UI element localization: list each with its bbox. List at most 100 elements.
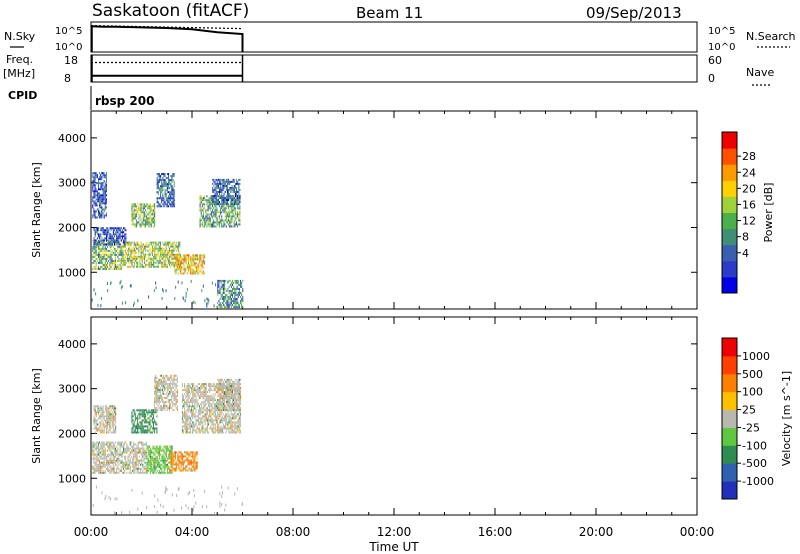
data-cell xyxy=(175,400,177,404)
data-cell xyxy=(147,429,149,432)
data-cell xyxy=(200,270,202,273)
data-cell xyxy=(157,465,159,468)
data-cell xyxy=(117,465,119,468)
data-cell xyxy=(221,409,223,412)
data-cell xyxy=(165,259,167,262)
data-cell xyxy=(220,188,222,191)
data-cell xyxy=(205,415,207,418)
data-cell xyxy=(169,201,171,204)
data-cell xyxy=(200,431,202,434)
data-cell xyxy=(223,199,225,202)
data-cell xyxy=(146,463,148,466)
data-cell xyxy=(93,196,95,199)
data-cell xyxy=(217,190,219,193)
data-cell xyxy=(173,199,175,202)
data-cell xyxy=(130,455,132,458)
data-cell xyxy=(95,465,97,468)
data-cell xyxy=(126,445,128,448)
nsearch-tick-bottom: 10^0 xyxy=(708,42,735,53)
data-cell xyxy=(192,256,194,259)
data-cell xyxy=(188,395,190,398)
data-cell xyxy=(150,219,152,222)
data-cell xyxy=(216,184,218,187)
data-cell xyxy=(234,431,236,434)
data-cell xyxy=(111,257,113,260)
data-cell xyxy=(144,451,146,454)
data-cell xyxy=(131,203,133,206)
data-cell xyxy=(187,268,190,271)
data-cell xyxy=(213,221,215,224)
data-cell xyxy=(110,467,112,470)
data-cell xyxy=(221,188,223,191)
data-cell xyxy=(103,174,105,177)
data-cell xyxy=(180,256,182,259)
data-cell xyxy=(137,445,139,448)
data-cell xyxy=(132,223,134,226)
data-cell xyxy=(214,417,216,420)
data-cell xyxy=(145,249,147,252)
data-cell xyxy=(100,451,102,454)
data-cell xyxy=(233,429,235,432)
data-cell xyxy=(151,245,154,248)
data-cell xyxy=(220,427,222,430)
data-cell xyxy=(126,449,128,452)
data-cell xyxy=(132,255,134,258)
data-cell xyxy=(100,247,102,250)
data-cell xyxy=(94,241,96,244)
data-cell xyxy=(186,264,188,267)
data-cell xyxy=(177,262,179,265)
data-cell xyxy=(197,419,199,422)
data-cell xyxy=(188,463,190,466)
data-cell xyxy=(193,258,195,261)
data-cell xyxy=(141,447,143,450)
data-cell xyxy=(195,397,197,400)
data-cell xyxy=(166,382,168,385)
data-cell xyxy=(222,225,224,228)
data-cell xyxy=(128,453,130,456)
data-cell xyxy=(233,287,235,290)
data-cell xyxy=(119,449,121,452)
data-cell xyxy=(122,449,124,452)
data-cell xyxy=(181,415,183,418)
data-cell xyxy=(120,231,122,234)
data-cell xyxy=(228,431,230,434)
data-cell xyxy=(226,403,228,406)
data-cell xyxy=(209,387,211,390)
data-cell xyxy=(152,213,155,216)
data-cell xyxy=(171,400,173,404)
data-cell xyxy=(232,180,234,183)
data-cell xyxy=(190,262,192,265)
data-cell xyxy=(171,249,173,252)
data-cell xyxy=(128,243,130,246)
data-cell xyxy=(133,205,135,208)
data-cell xyxy=(192,258,194,261)
data-cell xyxy=(185,417,187,420)
data-cell xyxy=(97,182,99,185)
data-cell xyxy=(228,289,230,292)
data-cell xyxy=(227,306,229,309)
data-cell xyxy=(151,455,153,458)
data-cell xyxy=(140,245,142,248)
data-cell xyxy=(135,213,137,216)
data-cell xyxy=(204,417,206,420)
data-cell xyxy=(132,205,134,208)
data-cell xyxy=(237,302,239,305)
data-cell xyxy=(182,469,184,472)
data-cell xyxy=(202,219,205,222)
data-cell xyxy=(172,380,174,383)
data-cell xyxy=(217,203,219,206)
data-cell xyxy=(162,249,164,252)
data-cell xyxy=(226,195,228,198)
data-cell xyxy=(235,291,237,294)
data-cell xyxy=(186,387,188,390)
data-cell xyxy=(113,461,115,464)
data-cell xyxy=(159,249,161,252)
data-cell xyxy=(152,417,155,420)
data-cell xyxy=(156,253,158,256)
data-cell xyxy=(156,183,158,186)
data-cell xyxy=(133,207,135,210)
data-cell xyxy=(133,209,135,212)
data-cell xyxy=(125,441,127,444)
data-cell xyxy=(229,283,231,286)
data-cell xyxy=(102,184,104,187)
